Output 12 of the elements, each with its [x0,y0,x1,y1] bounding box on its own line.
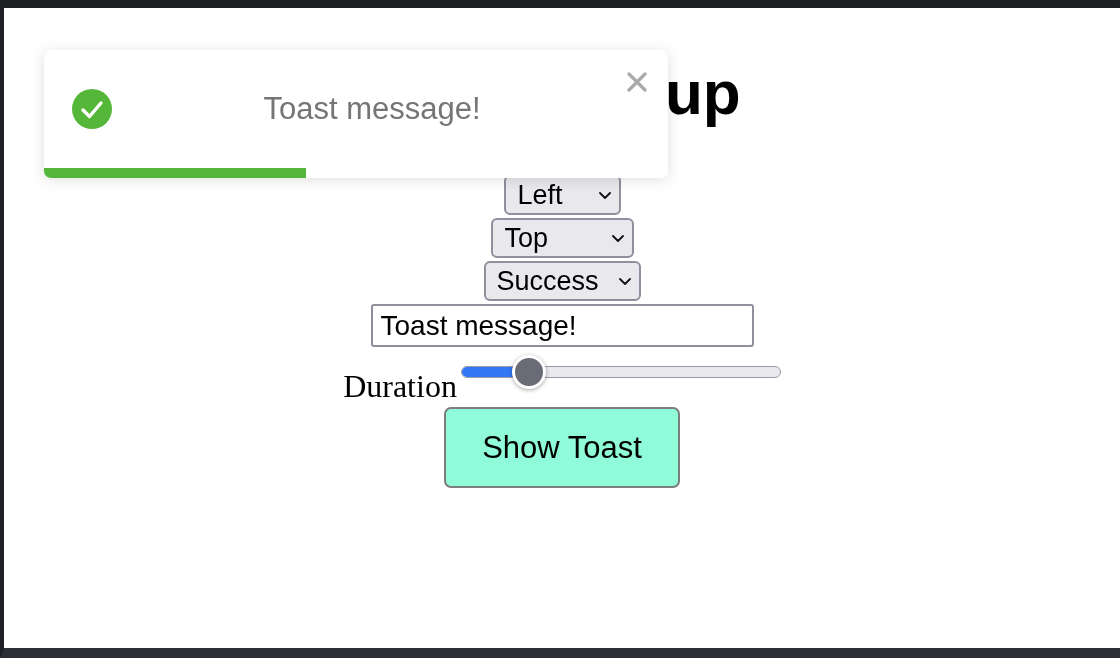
duration-label: Duration [343,370,457,402]
dropdown[interactable]: Top [490,218,634,258]
chevron-down-icon [611,234,624,242]
toast-message: Toast message! [262,91,482,127]
check-circle-icon [72,89,112,129]
dropdown[interactable]: Left [503,175,621,215]
chevron-down-icon [598,191,611,199]
close-icon [627,72,647,92]
chevron-down-icon [618,277,631,285]
message-input[interactable]: Toast message! [370,304,754,347]
dropdown[interactable]: Success [483,261,641,301]
show-toast-button[interactable]: Show Toast [444,407,680,488]
